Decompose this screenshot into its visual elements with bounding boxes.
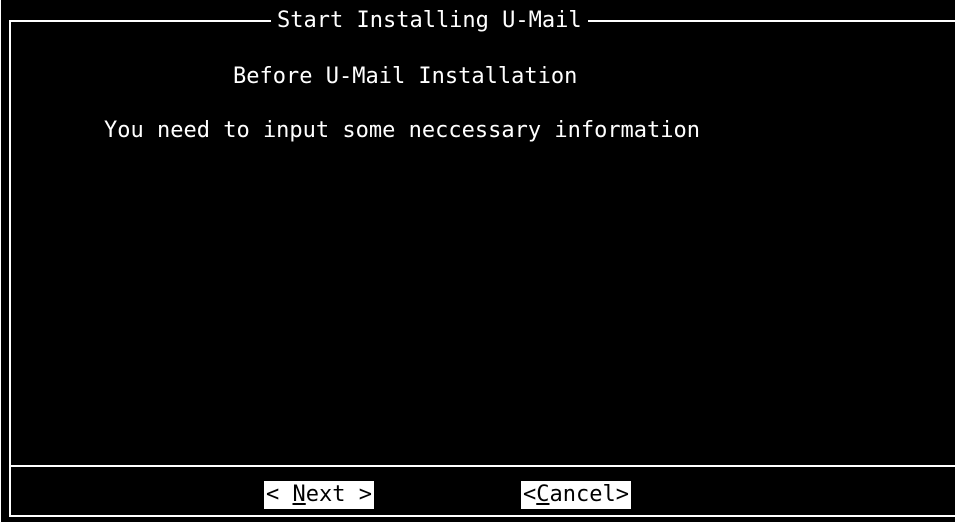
button-area-divider [11, 465, 955, 467]
dialog-heading: Before U-Mail Installation [233, 64, 578, 89]
next-button-accelerator: N [292, 482, 306, 507]
cancel-button-prefix: < [523, 482, 537, 507]
next-button[interactable]: < Next > [264, 481, 374, 509]
cancel-button-label: ancel> [549, 482, 629, 507]
dialog-message: You need to input some neccessary inform… [104, 118, 701, 143]
next-button-prefix: < [266, 482, 293, 507]
cancel-button-accelerator: C [536, 482, 550, 507]
cancel-button[interactable]: <Cancel> [521, 481, 631, 509]
next-button-label: ext > [305, 482, 372, 507]
installer-dialog: Start Installing U-Mail Before U-Mail In… [9, 8, 955, 517]
terminal-screen: Start Installing U-Mail Before U-Mail In… [1, 0, 955, 522]
dialog-title: Start Installing U-Mail [271, 8, 588, 34]
